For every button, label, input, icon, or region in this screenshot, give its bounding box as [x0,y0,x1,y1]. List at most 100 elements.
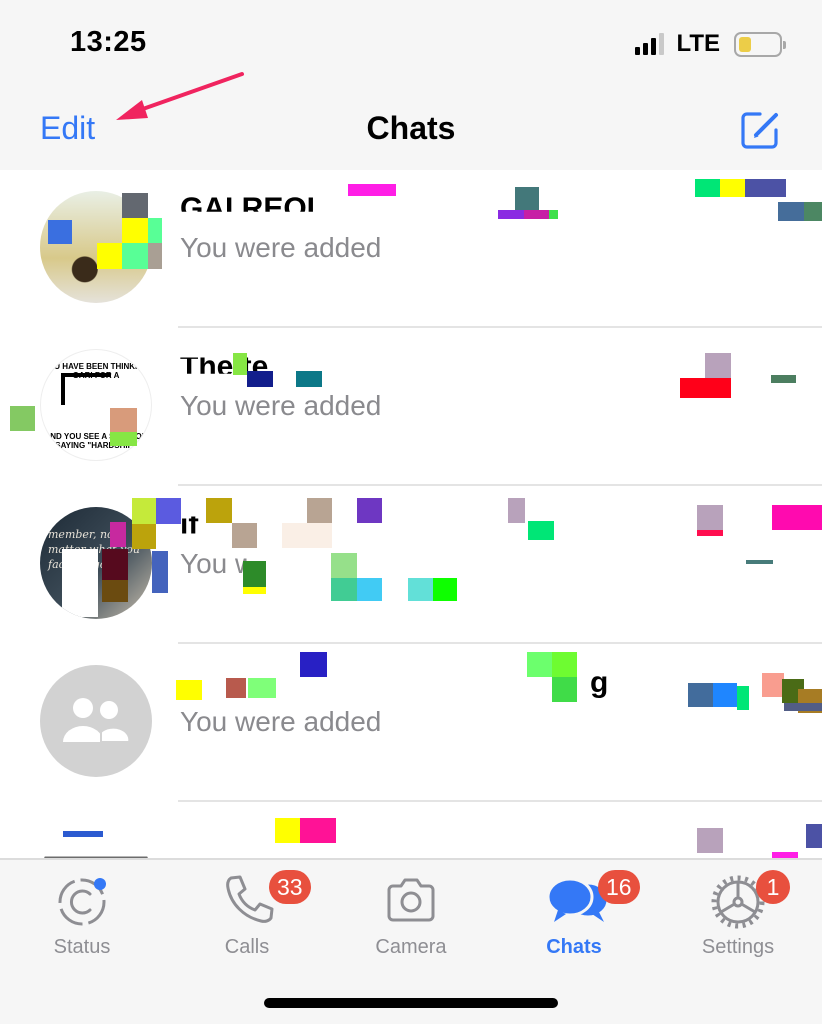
redaction-block [331,553,357,578]
avatar-caption: YOU HAVE BEEN THINKING GARI FOR A [42,362,150,380]
redaction-block [233,353,247,375]
tab-label: Chats [546,936,602,958]
redaction-block [152,551,168,593]
chat-row[interactable]: g You were added [0,644,822,802]
chat-name: GAI REOI [180,192,316,225]
redaction-block [275,818,300,843]
chat-list[interactable]: GAI REOI You were added YOU HAVE BEEN TH… [0,170,822,858]
tab-label: Status [53,936,111,958]
redaction-block [357,578,382,601]
redaction-block [102,549,128,580]
redaction-block [243,561,266,587]
chat-name-fragment: g [590,666,609,699]
chat-preview: You were added [180,706,382,737]
redaction-block [63,831,103,837]
redaction-block [97,243,122,269]
redaction-block [148,218,162,243]
redaction-block [697,530,723,536]
redaction-block [713,683,737,707]
edit-button[interactable]: Edit [40,110,95,147]
redaction-block [527,652,552,677]
redaction-block [122,218,148,243]
chat-avatar [40,823,152,858]
redaction-block [528,521,554,540]
redaction-block [433,578,457,601]
redaction-block [688,683,713,707]
redaction-block [697,828,723,853]
tab-status[interactable]: Status [12,870,152,970]
redaction-block [132,524,156,549]
tab-label: Camera [375,936,447,958]
redaction-block [206,498,232,523]
redaction-block [247,371,273,387]
status-time: 13:25 [70,26,147,58]
redaction-block [110,432,137,446]
chat-row[interactable]: GAI REOI You were added [0,170,822,328]
redaction-block [697,505,723,530]
chat-row[interactable] [0,802,822,858]
redaction-block [806,824,822,848]
signal-icon [635,33,665,55]
chats-badge: 16 [598,870,640,904]
redaction-block [552,677,577,702]
redaction-block [132,498,156,524]
redaction-block [737,686,749,710]
redaction-block [357,498,382,523]
redaction-block [508,498,525,523]
phone-icon [226,875,274,923]
tab-label: Settings [701,936,775,958]
redaction-block [232,523,257,548]
redaction-block [176,680,202,700]
compose-icon[interactable] [738,108,782,152]
redaction-block [156,498,181,524]
redaction-block [804,202,822,221]
redaction-block [226,678,246,698]
redaction-block [784,703,822,711]
chat-name: if [180,508,199,541]
redaction-block [515,187,539,211]
redaction-block [524,210,549,219]
redaction-block [762,673,784,697]
redaction-block [746,560,773,564]
redaction-block [348,184,396,196]
calls-badge: 33 [269,870,311,904]
redaction-block [110,522,126,547]
home-indicator[interactable] [264,998,558,1008]
redaction-block [680,378,731,398]
tab-label: Calls [224,936,270,958]
redaction-block [720,179,745,197]
page-title: Chats [366,110,456,146]
camera-icon [387,878,435,922]
redaction-block [148,243,162,269]
group-icon [63,698,131,743]
redaction-block [110,408,137,432]
settings-badge: 1 [756,870,790,904]
tab-chats[interactable]: 16 Chats [504,870,644,970]
redaction-block [772,505,822,530]
chat-preview: You were added [180,232,382,263]
redaction-block [122,193,148,218]
redaction-block [102,580,128,602]
redaction-block [695,179,720,197]
chat-row[interactable]: member, no matter what you face let go H… [0,486,822,644]
redaction-block [549,210,558,219]
top-bar: 13:25 LTE Edit Chats [0,0,822,170]
redaction-block [745,179,786,197]
network-type: LTE [676,30,720,57]
tab-bar: Status 33 Calls Camera 16 Chats 1 Settin… [0,858,822,1024]
redaction-block [331,578,357,601]
tab-camera[interactable]: Camera [341,870,481,970]
tab-calls[interactable]: 33 Calls [177,870,317,970]
tab-settings[interactable]: 1 Settings [668,870,808,970]
chat-row[interactable]: YOU HAVE BEEN THINKING GARI FOR A AND YO… [0,328,822,486]
redaction-block [48,220,72,244]
redaction-block [300,818,336,843]
redaction-block [243,587,266,594]
redaction-block [552,652,577,677]
group-avatar [40,665,152,777]
redaction-block [248,678,276,698]
status-dot [94,878,106,890]
status-indicators: LTE [635,30,786,58]
redaction-block [282,523,332,548]
redaction-block [10,406,35,431]
